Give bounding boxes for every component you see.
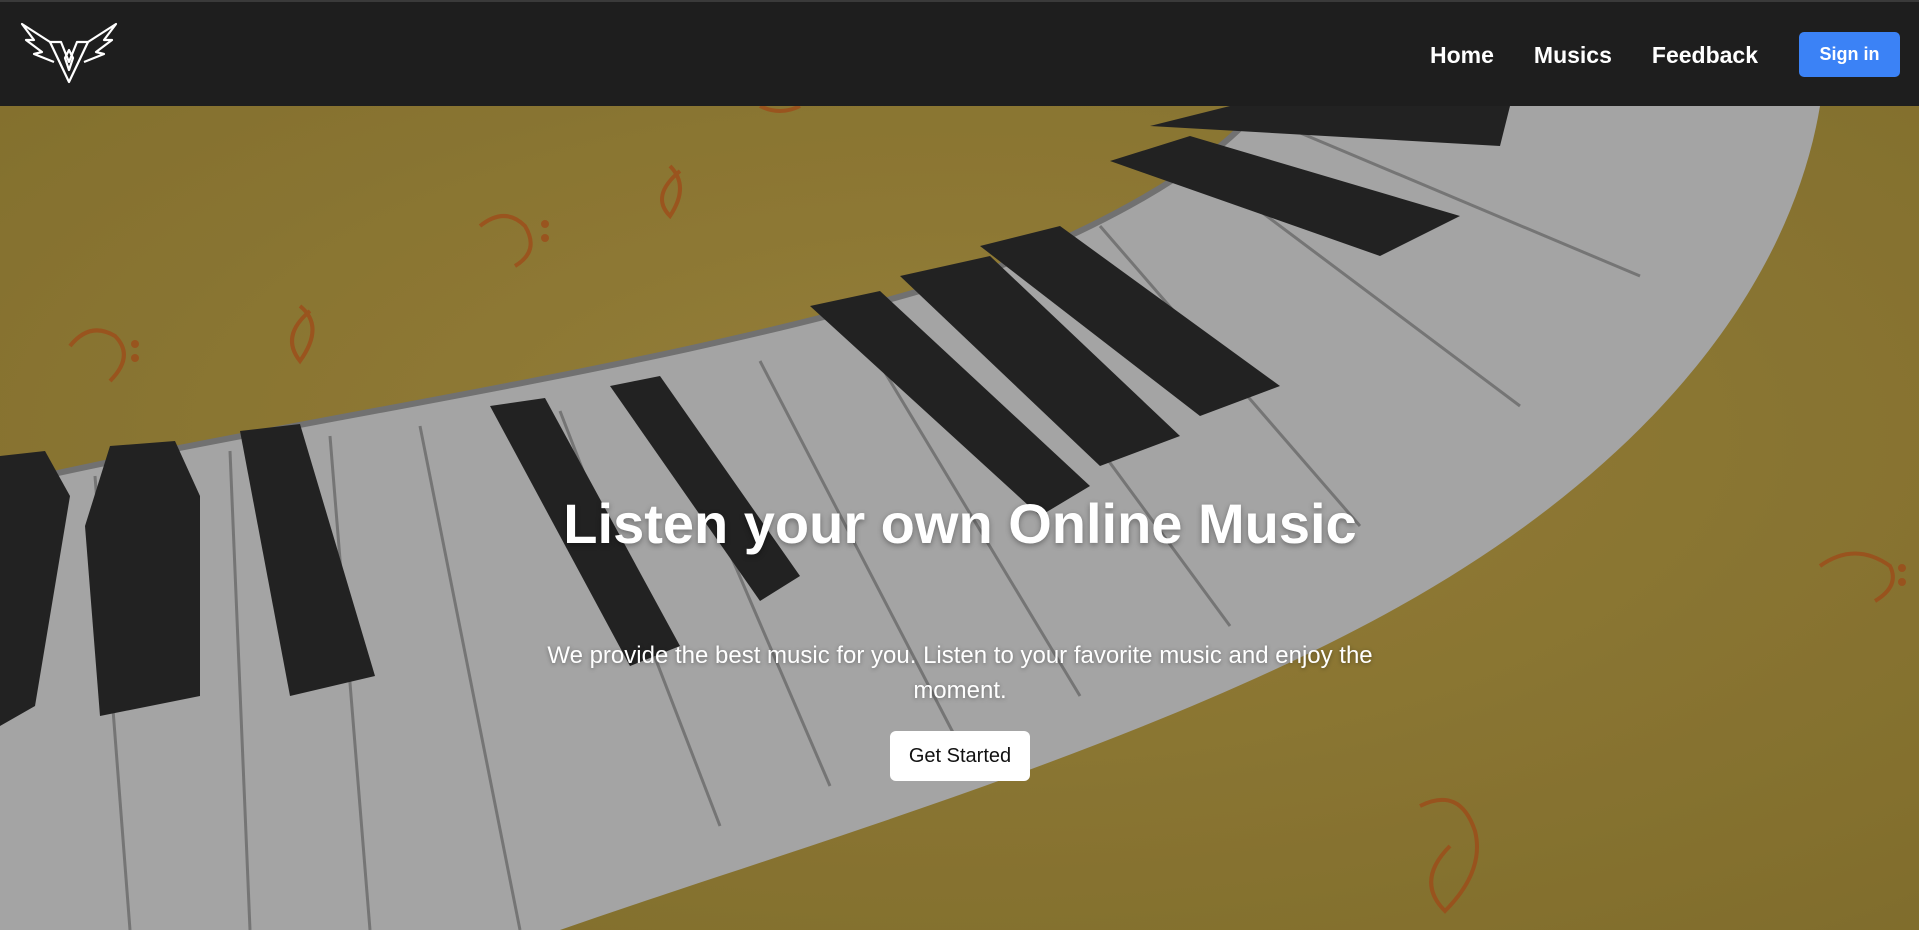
nav-link-feedback[interactable]: Feedback	[1652, 42, 1758, 69]
nav-link-musics[interactable]: Musics	[1534, 42, 1612, 69]
hero-subtitle: We provide the best music for you. Liste…	[547, 642, 1373, 704]
nav-link-home[interactable]: Home	[1430, 42, 1494, 69]
winged-v-logo-icon[interactable]	[20, 20, 118, 88]
sign-in-button[interactable]: Sign in	[1799, 32, 1900, 77]
hero-content: Listen your own Online Music We provide …	[0, 106, 1919, 930]
hero-section: Listen your own Online Music We provide …	[0, 106, 1919, 930]
hero-title: Listen your own Online Music	[563, 492, 1357, 555]
get-started-button[interactable]: Get Started	[890, 731, 1030, 781]
main-nav: Home Musics Feedback	[1430, 2, 1798, 108]
navbar: Home Musics Feedback Sign in	[0, 0, 1919, 106]
